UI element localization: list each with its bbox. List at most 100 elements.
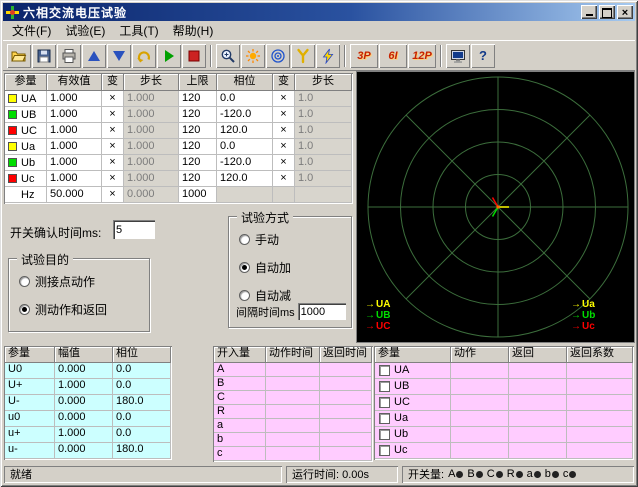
mode-radio-option[interactable]: 手动 [239,231,351,248]
limit-cell[interactable]: 120 [179,171,217,187]
limit-cell[interactable]: 120 [179,123,217,139]
vary-cell[interactable]: × [102,187,124,203]
rings-icon [270,48,286,64]
digital-input-table: 开入量动作时间返回时间 A B C R a [213,346,373,462]
stop-button[interactable] [182,44,206,68]
header-cell: 开入量 [214,347,266,363]
print-button[interactable] [57,44,81,68]
rms-cell[interactable]: 1.000 [47,155,102,171]
limit-cell[interactable]: 1000 [179,187,217,203]
limit-cell[interactable]: 120 [179,155,217,171]
menu-item[interactable]: 工具(T) [112,20,165,41]
sun-icon [245,48,261,64]
toolbar-separator [344,45,346,67]
radio-icon[interactable] [239,234,250,245]
purpose-radio-option[interactable]: 测动作和返回 [19,301,149,318]
result-row: Ua [375,411,633,427]
purpose-radio-option[interactable]: 测接点动作 [19,273,149,290]
help-button[interactable]: ? [471,44,495,68]
impulse-button[interactable] [316,44,340,68]
phase-cell[interactable]: 0.0 [217,91,273,107]
checkbox[interactable] [379,397,390,408]
mode-3p-button[interactable]: 3P [350,44,378,68]
vary2-cell[interactable]: × [273,171,295,187]
mode-6i-button[interactable]: 6I [379,44,407,68]
phase-cell[interactable] [217,187,273,203]
checkbox[interactable] [379,381,390,392]
vary2-cell[interactable]: × [273,123,295,139]
confirm-time-input[interactable] [113,220,155,239]
vary-cell[interactable]: × [102,171,124,187]
rms-cell[interactable]: 1.000 [47,139,102,155]
stop-icon [186,48,202,64]
phase-cell[interactable]: 120.0 [217,123,273,139]
radio-icon[interactable] [239,290,250,301]
switch-dot-icon [456,471,463,478]
vary-cell[interactable]: × [102,91,124,107]
app-window: 六相交流电压试验 文件(F)试验(E)工具(T)帮助(H) 3P 6I 12P … [0,0,638,487]
start-button[interactable] [157,44,181,68]
phase-cell[interactable]: 0.0 [217,139,273,155]
menu-item[interactable]: 文件(F) [5,20,58,41]
step-up-button[interactable] [82,44,106,68]
vector-view-button[interactable] [266,44,290,68]
open-button[interactable] [7,44,31,68]
radio-label: 手动 [255,231,279,248]
phase-cell[interactable]: -120.0 [217,107,273,123]
rms-cell[interactable]: 1.000 [47,123,102,139]
radio-icon[interactable] [19,276,30,287]
checkbox[interactable] [379,429,390,440]
undo-button[interactable] [132,44,156,68]
limit-cell[interactable]: 120 [179,91,217,107]
radio-icon[interactable] [239,262,250,273]
vary2-cell[interactable]: × [273,91,295,107]
minimize-button[interactable] [581,5,597,19]
display-button[interactable] [446,44,470,68]
vary2-cell[interactable]: × [273,139,295,155]
mode-radio-option[interactable]: 自动加 [239,259,351,276]
mode-12p-button[interactable]: 12P [408,44,436,68]
save-button[interactable] [32,44,56,68]
legend-label: Ua [582,299,595,310]
result-action-cell [451,363,509,379]
vector-arrow-icon [571,299,582,310]
close-button[interactable] [617,5,633,19]
maximize-button[interactable] [599,5,615,19]
vary2-cell[interactable]: × [273,155,295,171]
zoom-button[interactable] [216,44,240,68]
interval-input[interactable] [298,303,346,320]
rms-cell[interactable]: 1.000 [47,91,102,107]
zoom-icon [220,48,236,64]
phase-cell[interactable]: -120.0 [217,155,273,171]
rms-cell[interactable]: 1.000 [47,107,102,123]
result-action-cell [451,411,509,427]
menu-item[interactable]: 帮助(H) [166,20,221,41]
vary-cell[interactable]: × [102,139,124,155]
checkbox[interactable] [379,445,390,456]
vary-cell[interactable]: × [102,107,124,123]
y-connection-button[interactable] [291,44,315,68]
checkbox[interactable] [379,365,390,376]
checkbox[interactable] [379,413,390,424]
step-cell: 1.000 [124,107,179,123]
menu-item[interactable]: 试验(E) [58,20,112,41]
mode-radio-option[interactable]: 自动减 [239,287,351,304]
rms-cell[interactable]: 50.000 [47,187,102,203]
radio-label: 自动加 [255,259,291,276]
rms-cell[interactable]: 1.000 [47,171,102,187]
param-name: UB [21,108,36,122]
step-down-button[interactable] [107,44,131,68]
limit-cell[interactable]: 120 [179,107,217,123]
legend-item: UC [365,321,390,332]
status-ready: 就绪 [4,466,282,483]
brightness-button[interactable] [241,44,265,68]
vary2-cell[interactable]: × [273,107,295,123]
vary-cell[interactable]: × [102,123,124,139]
vary2-cell[interactable] [273,187,295,203]
di-return-cell [320,419,372,433]
phase-cell[interactable]: 120.0 [217,171,273,187]
radio-icon[interactable] [19,304,30,315]
sequence-row: U- 0.000 180.0 [5,395,171,411]
limit-cell[interactable]: 120 [179,139,217,155]
vary-cell[interactable]: × [102,155,124,171]
